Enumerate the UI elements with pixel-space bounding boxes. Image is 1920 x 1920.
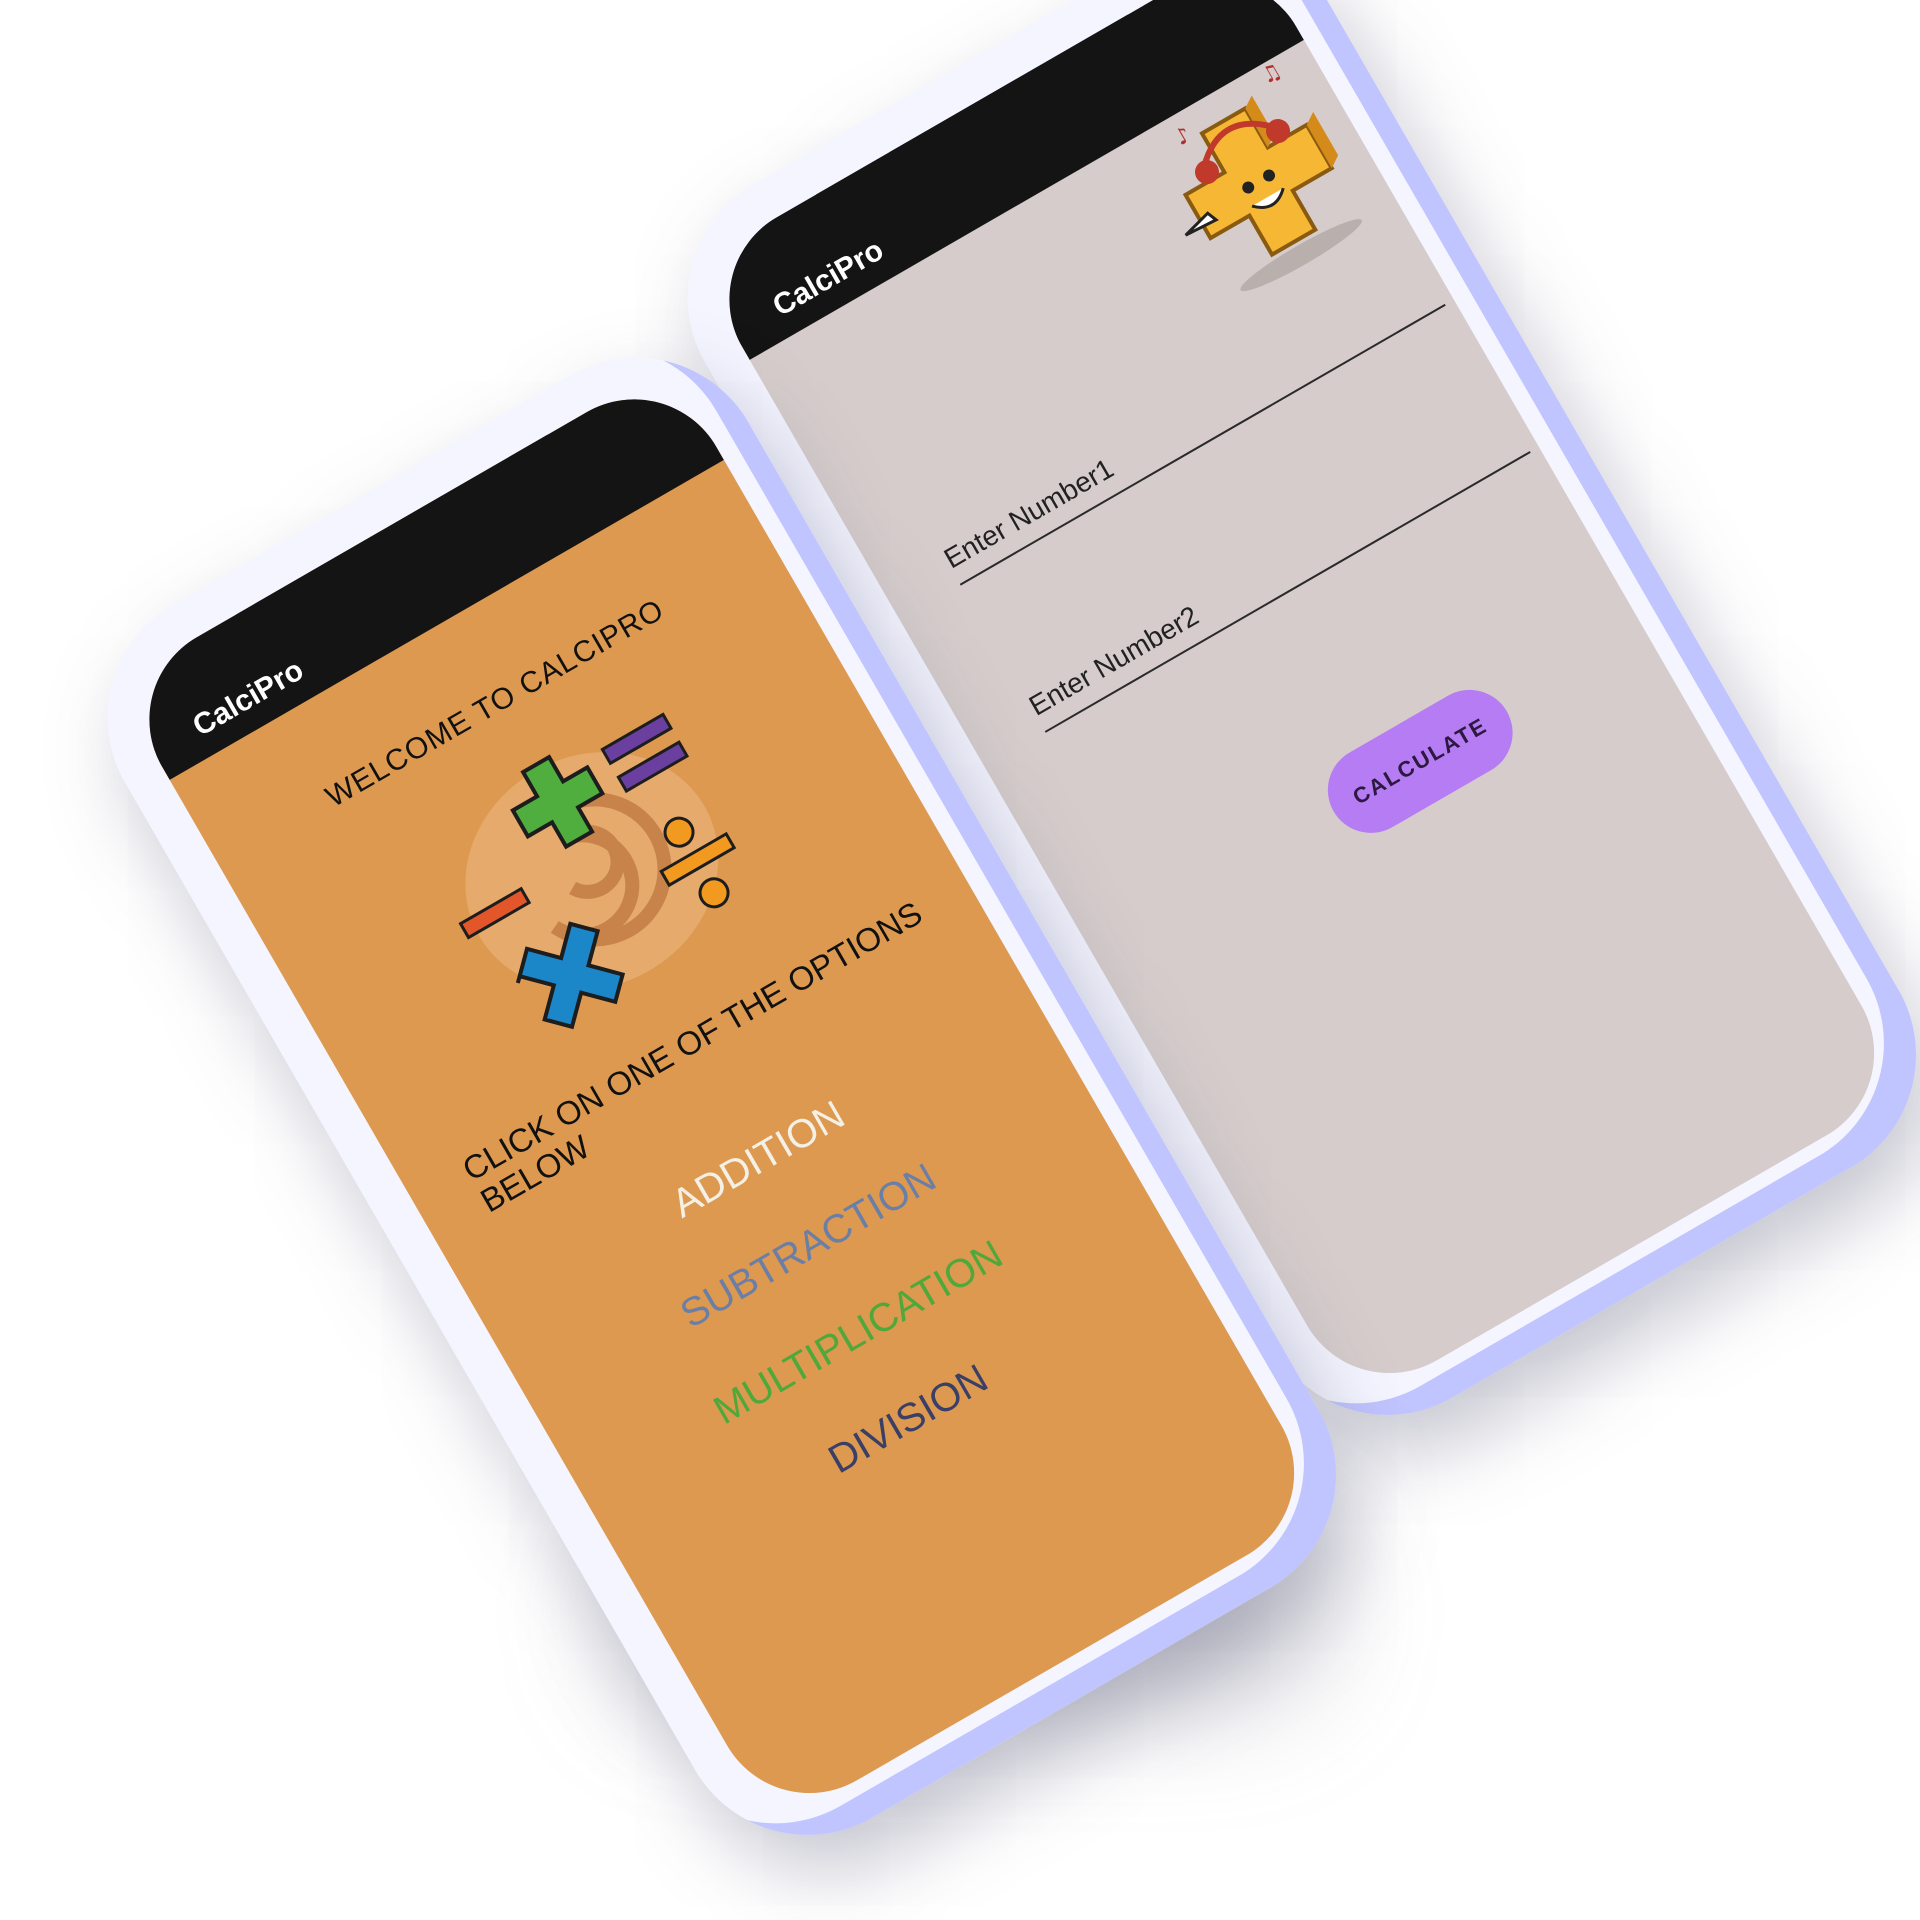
- number2-placeholder: Enter Number2: [1023, 599, 1204, 722]
- svg-text:♫: ♫: [1257, 58, 1287, 90]
- calculate-button[interactable]: CALCULATE: [1312, 674, 1529, 849]
- number1-placeholder: Enter Number1: [938, 452, 1119, 575]
- svg-text:♪: ♪: [1171, 122, 1196, 151]
